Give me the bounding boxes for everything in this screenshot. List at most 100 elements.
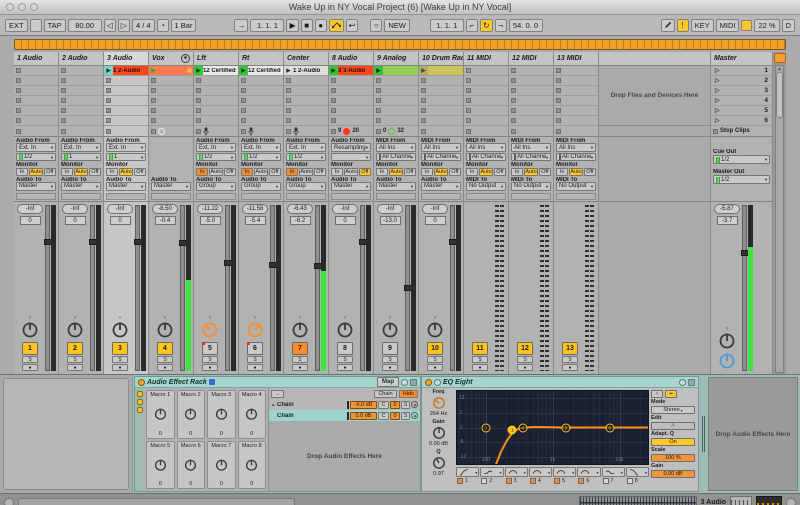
input-channel-select[interactable]: All Channe ▼	[376, 153, 416, 161]
master-pan-knob[interactable]	[717, 331, 737, 351]
monitor-in-button[interactable]: In	[376, 168, 388, 176]
arm-button[interactable]: ●	[112, 364, 128, 371]
device-drag-handle[interactable]	[699, 376, 707, 492]
macro-value[interactable]: 0	[189, 431, 192, 437]
track-header[interactable]: 2 Audio ∗	[59, 52, 103, 66]
clip-slot[interactable]: ▶	[374, 66, 418, 76]
show-info-view-button[interactable]	[4, 498, 14, 505]
clip-slot[interactable]: ▶ 1 2-Audio	[104, 66, 148, 76]
eq-band-node[interactable]: 3	[481, 423, 490, 432]
solo-button[interactable]: S	[517, 356, 533, 363]
clip-stop-button[interactable]	[241, 88, 246, 93]
clip[interactable]: ▶ 3 3-Audio	[329, 66, 373, 75]
output-select[interactable]: Group ▼	[196, 182, 236, 190]
clip[interactable]: ▶	[374, 66, 418, 75]
arm-button[interactable]: ●	[517, 364, 533, 371]
monitor-auto-button[interactable]: Auto	[389, 168, 402, 176]
monitor-off-button[interactable]: Off	[584, 168, 596, 176]
clip-slot[interactable]	[509, 66, 553, 76]
scene-play-icon[interactable]: ▷	[715, 97, 720, 104]
volume-fader[interactable]	[180, 205, 185, 371]
new-button[interactable]: NEW	[384, 19, 410, 32]
scrollbar-track[interactable]: ▲	[775, 65, 784, 373]
clip-slot[interactable]	[149, 106, 193, 116]
monitor-in-button[interactable]: In	[16, 168, 28, 176]
output-select[interactable]: Master ▼	[151, 182, 191, 190]
clip-stop-button[interactable]	[556, 129, 561, 134]
master-peak-display[interactable]: -5.87	[714, 204, 740, 214]
clip-stop-button[interactable]	[196, 98, 201, 103]
filter-type-select[interactable]: ▾	[456, 467, 479, 477]
monitor-off-button[interactable]: Off	[89, 168, 101, 176]
volume-value[interactable]: -6.2	[290, 216, 311, 225]
solo-button[interactable]: S	[562, 356, 578, 363]
monitor-in-button[interactable]: In	[421, 168, 433, 176]
band-enable-checkbox[interactable]	[603, 478, 609, 484]
clip-slot[interactable]	[284, 106, 328, 116]
clip-slot[interactable]	[104, 76, 148, 86]
clip-slot[interactable]	[239, 106, 283, 116]
clip-stop-button[interactable]	[331, 78, 336, 83]
clip-stop-button[interactable]	[16, 118, 21, 123]
macro-knob[interactable]	[214, 449, 229, 482]
clip-play-button[interactable]: ▶	[194, 66, 203, 75]
clip-play-button[interactable]: ▶	[374, 66, 383, 75]
tap-tempo-button[interactable]: TAP	[44, 19, 66, 32]
scene-row[interactable]: ▷ 3	[711, 86, 772, 96]
volume-value[interactable]: 0	[65, 216, 86, 225]
input-source-select[interactable]: All Ins ▼	[556, 143, 596, 151]
track-activator-button[interactable]: 1	[22, 342, 38, 355]
clip-slot[interactable]	[374, 116, 418, 126]
master-volume-value[interactable]: -3.7	[717, 216, 738, 225]
clip-stop-button[interactable]	[61, 78, 66, 83]
peak-level-display[interactable]: -Inf	[62, 204, 88, 214]
session-record-button[interactable]: ○	[370, 19, 382, 32]
track-activator-button[interactable]: 6	[247, 342, 263, 355]
clip-slot[interactable]	[464, 96, 508, 106]
track-header[interactable]: 3 Audio ∗	[104, 52, 148, 66]
gain-value[interactable]: 0.00 dB	[429, 441, 448, 448]
monitor-in-button[interactable]: In	[331, 168, 343, 176]
scene-row[interactable]: ▷ 4	[711, 96, 772, 106]
monitor-auto-button[interactable]: Auto	[29, 168, 42, 176]
clip-stop-button[interactable]	[556, 88, 561, 93]
clip-stop-button[interactable]	[421, 98, 426, 103]
clip-stop-button[interactable]	[556, 108, 561, 113]
arm-button[interactable]: ●	[67, 364, 83, 371]
monitor-auto-button[interactable]: Auto	[209, 168, 222, 176]
output-select[interactable]: Master ▼	[106, 182, 146, 190]
clip-stop-button[interactable]	[286, 88, 291, 93]
clip-slot[interactable]: ▶ 3 3-Audio	[329, 66, 373, 76]
chain-pan[interactable]: C	[378, 412, 389, 420]
clip-slot[interactable]	[194, 86, 238, 96]
clip-stop-button[interactable]	[331, 88, 336, 93]
clip-stop-button[interactable]	[151, 98, 156, 103]
arm-button[interactable]: ●	[472, 364, 488, 371]
solo-button[interactable]: S	[112, 356, 128, 363]
clip-slot[interactable]	[284, 76, 328, 86]
chain-hotswap-icon[interactable]	[411, 401, 418, 408]
clip-slot[interactable]	[284, 96, 328, 106]
clip-stop-button[interactable]	[151, 108, 156, 113]
clip-slot[interactable]	[59, 76, 103, 86]
clip-stop-button[interactable]	[151, 118, 156, 123]
volume-fader[interactable]	[450, 205, 455, 371]
input-channel-select[interactable]: 1 ▼	[106, 153, 146, 161]
show-chains-button[interactable]	[137, 399, 143, 405]
macro-knob[interactable]	[244, 398, 259, 431]
macro-value[interactable]: 0	[159, 431, 162, 437]
ext-sync-button[interactable]: EXT	[5, 19, 28, 32]
clip-slot[interactable]	[149, 96, 193, 106]
chain-solo-button[interactable]: S	[401, 412, 410, 420]
chain-hotswap-icon[interactable]	[411, 412, 418, 419]
freq-value[interactable]: 264 Hz	[430, 411, 447, 418]
clip-stop-button[interactable]	[106, 98, 111, 103]
clip-slot[interactable]	[419, 86, 463, 96]
clip-stop-button[interactable]	[376, 108, 381, 113]
clip-stop-button[interactable]	[241, 98, 246, 103]
monitor-off-button[interactable]: Off	[224, 168, 236, 176]
clip-stop-button[interactable]	[151, 78, 156, 83]
nudge-up-button[interactable]: ▷	[118, 19, 130, 32]
show-detail-view-button[interactable]	[786, 498, 796, 505]
pan-knob[interactable]	[155, 320, 175, 340]
